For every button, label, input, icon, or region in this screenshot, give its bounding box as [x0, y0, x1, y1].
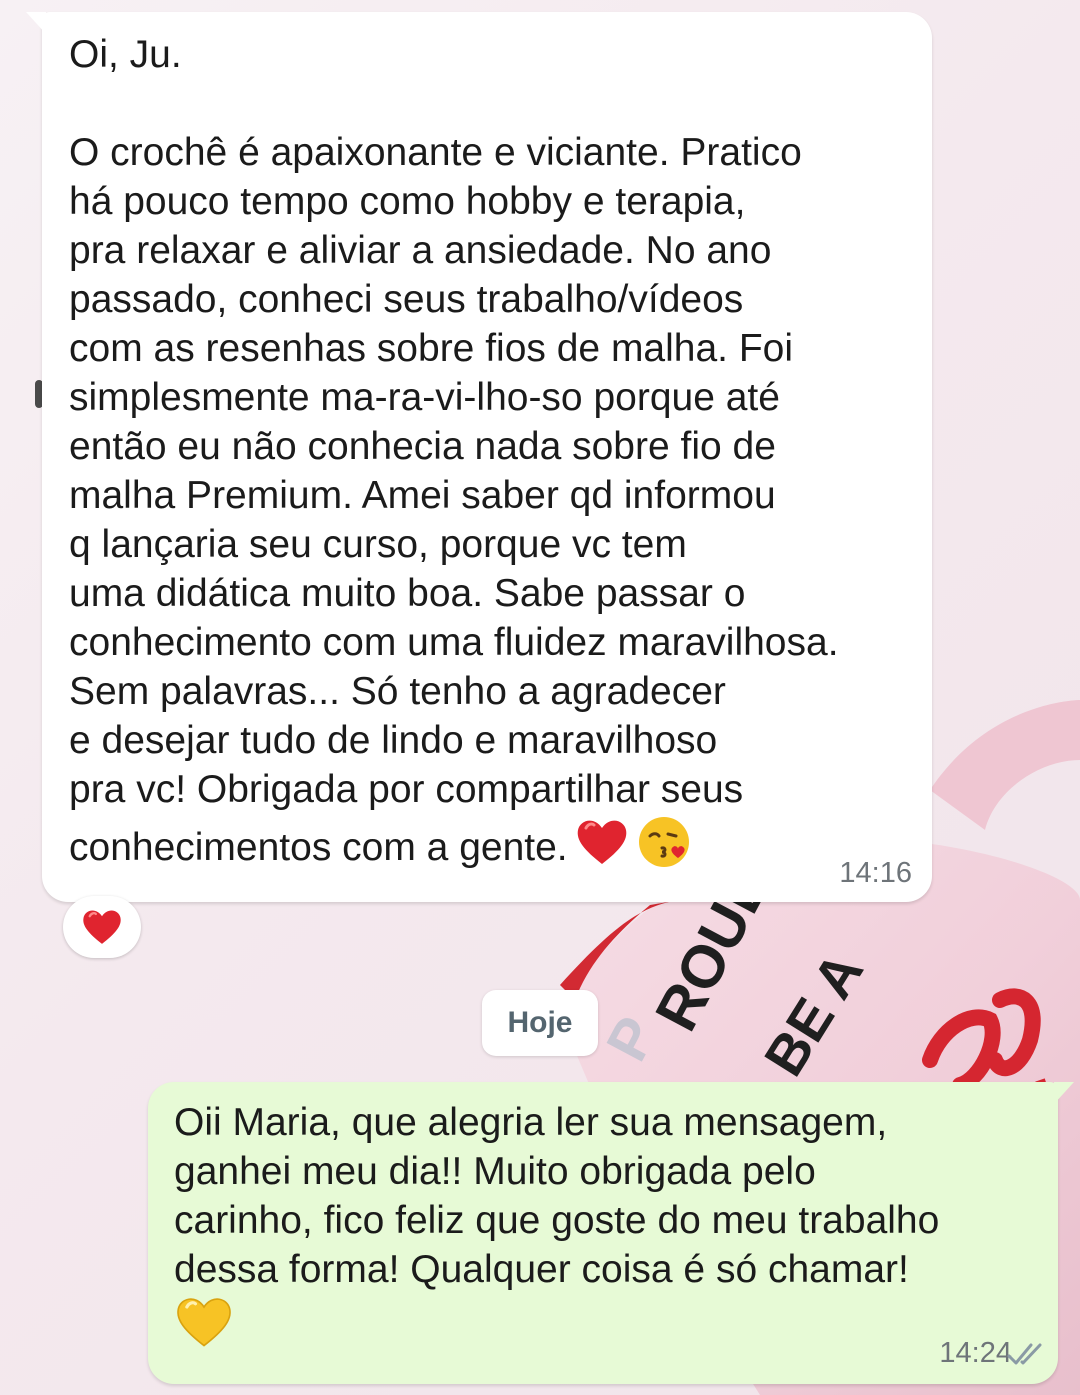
outgoing-message-bubble[interactable]: Oii Maria, que alegria ler sua mensagem,… [148, 1082, 1074, 1384]
read-double-check-icon [1007, 1343, 1042, 1365]
message-reaction[interactable] [63, 896, 141, 958]
date-separator-label: Hoje [507, 1006, 573, 1039]
heart-emoji-icon [577, 820, 626, 864]
incoming-message-text: Oi, Ju. O crochê é apaixonante e viciant… [69, 30, 919, 878]
outgoing-message-text: Oii Maria, que alegria ler sua mensagem,… [174, 1098, 1034, 1356]
heart-reaction-icon [83, 910, 121, 944]
outgoing-message-body: Oii Maria, que alegria ler sua mensagem,… [174, 1101, 940, 1291]
incoming-message-time: 14:16 [839, 857, 912, 889]
incoming-message-last-line: conhecimentos com a gente. [69, 817, 692, 869]
incoming-message-body: Oi, Ju. O crochê é apaixonante e viciant… [69, 33, 839, 811]
kiss-emoji-icon [638, 817, 689, 867]
incoming-last-line-text: conhecimentos com a gente. [69, 826, 568, 869]
bubble-tail [1054, 1082, 1074, 1104]
incoming-message-bubble[interactable]: Oi, Ju. O crochê é apaixonante e viciant… [26, 12, 932, 902]
yellow-heart-emoji-icon [177, 1298, 231, 1347]
outgoing-message-time: 14:24 [939, 1337, 1012, 1369]
bubble-tail [26, 12, 46, 34]
date-separator: Hoje [482, 990, 598, 1056]
